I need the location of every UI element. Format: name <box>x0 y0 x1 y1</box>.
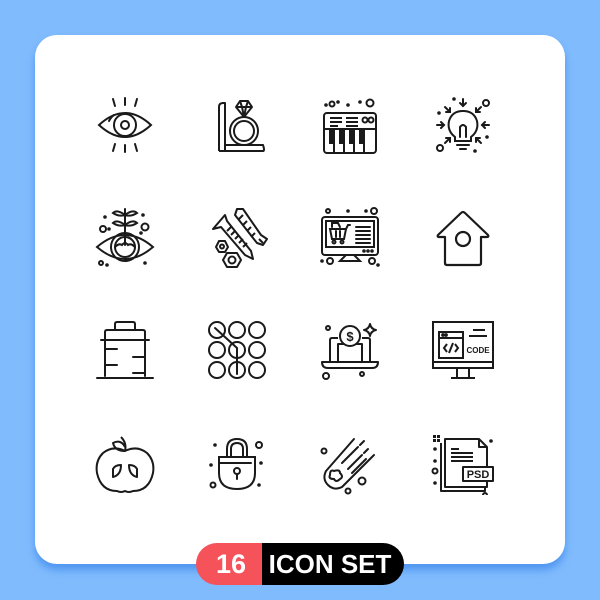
diamond-ring-box-icon <box>205 93 269 157</box>
icon-count: 16 <box>196 543 262 585</box>
meteor-comet-icon <box>318 431 382 495</box>
apple-fruit-icon <box>93 431 157 495</box>
pattern-lock-icon <box>205 318 269 382</box>
padlock-icon <box>205 431 269 495</box>
code-label: CODE <box>466 346 490 355</box>
eye-plant-growth-icon <box>93 205 157 269</box>
laptop-dollar-icon: $ <box>318 318 382 382</box>
screws-bolts-nuts-icon <box>205 205 269 269</box>
lightbulb-idea-icon <box>431 93 495 157</box>
battery-jar-icon <box>93 318 157 382</box>
dollar-sign: $ <box>346 329 354 344</box>
psd-label: PSD <box>467 469 490 481</box>
eye-vision-icon <box>93 93 157 157</box>
icon-set-label: ICON SET <box>262 543 404 585</box>
online-shopping-monitor-icon <box>318 205 382 269</box>
synthesizer-keyboard-icon <box>318 93 382 157</box>
psd-file-icon: PSD <box>431 431 495 495</box>
code-monitor-icon: CODE <box>431 318 495 382</box>
icon-set-badge: 16 ICON SET <box>196 543 404 585</box>
birdhouse-icon <box>431 205 495 269</box>
